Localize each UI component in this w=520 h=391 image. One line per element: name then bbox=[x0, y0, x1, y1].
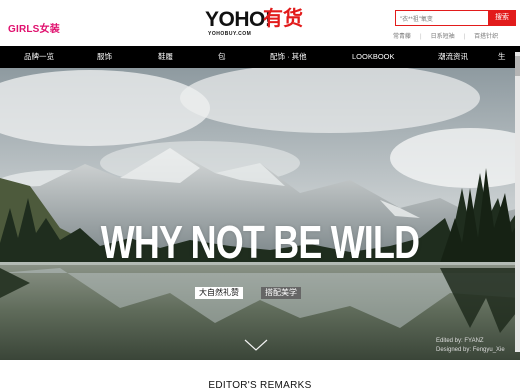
nav-item-bags[interactable]: 包 bbox=[218, 46, 226, 68]
link-divider: | bbox=[463, 34, 466, 40]
hero-credits: Edited by: FYANZ Designed by: Fengyu_Xie bbox=[436, 337, 505, 355]
yoho-logo[interactable]: YOHO! 有货 YOHOBUY.COM bbox=[205, 7, 315, 37]
logo-chinese: 有货 bbox=[263, 8, 303, 30]
search-box: 搜索 bbox=[395, 10, 516, 26]
nav-item-more[interactable]: 生 bbox=[498, 46, 506, 68]
girls-section-label[interactable]: GIRLS女装 bbox=[8, 20, 60, 35]
hot-link-3[interactable]: 百搭针织 bbox=[474, 31, 498, 40]
nav-item-clothing[interactable]: 服饰 bbox=[97, 46, 112, 68]
main-nav: 品牌一览 服饰 鞋履 包 配饰 · 其他 LOOKBOOK 潮流资讯 生 bbox=[0, 46, 520, 68]
editor-remarks-title: EDITOR'S REMARKS bbox=[208, 380, 312, 391]
nav-item-accessories[interactable]: 配饰 · 其他 bbox=[270, 46, 307, 68]
nav-item-lookbook[interactable]: LOOKBOOK bbox=[352, 46, 395, 68]
page-scrollbar[interactable] bbox=[515, 52, 520, 352]
hero-tag-styling: 搭配美学 bbox=[261, 287, 301, 299]
credit-edited-by: Edited by: FYANZ bbox=[436, 338, 484, 344]
search-button[interactable]: 搜索 bbox=[488, 10, 516, 26]
link-divider: | bbox=[420, 34, 422, 40]
nav-item-brands[interactable]: 品牌一览 bbox=[24, 46, 54, 68]
search-input[interactable] bbox=[396, 11, 490, 25]
chevron-down-icon[interactable] bbox=[243, 338, 269, 357]
hot-link-2[interactable]: 日系短袖 bbox=[431, 31, 455, 40]
hot-link-1[interactable]: 常青藤 bbox=[393, 31, 411, 40]
hero-tag-nature: 大自然礼赞 bbox=[195, 287, 243, 299]
top-header: GIRLS女装 YOHO! 有货 YOHOBUY.COM 搜索 常青藤 | 日系短袖… bbox=[0, 0, 520, 46]
logo-brand: YOHO! bbox=[205, 8, 272, 31]
hot-search-links: 常青藤 | 日系短袖 | 百搭针织 bbox=[393, 31, 498, 40]
scrollbar-thumb[interactable] bbox=[515, 56, 520, 76]
nav-item-shoes[interactable]: 鞋履 bbox=[158, 46, 173, 68]
hero-headline: WHY NOT BE WILD bbox=[100, 216, 420, 268]
nav-item-news[interactable]: 潮流资讯 bbox=[438, 46, 468, 68]
hero-landscape-image bbox=[0, 68, 520, 360]
logo-domain: YOHOBUY.COM bbox=[208, 31, 252, 37]
hero-banner[interactable]: WHY NOT BE WILD 大自然礼赞 搭配美学 bbox=[0, 68, 520, 360]
credit-designed-by: Designed by: Fengyu_Xie bbox=[436, 347, 505, 353]
